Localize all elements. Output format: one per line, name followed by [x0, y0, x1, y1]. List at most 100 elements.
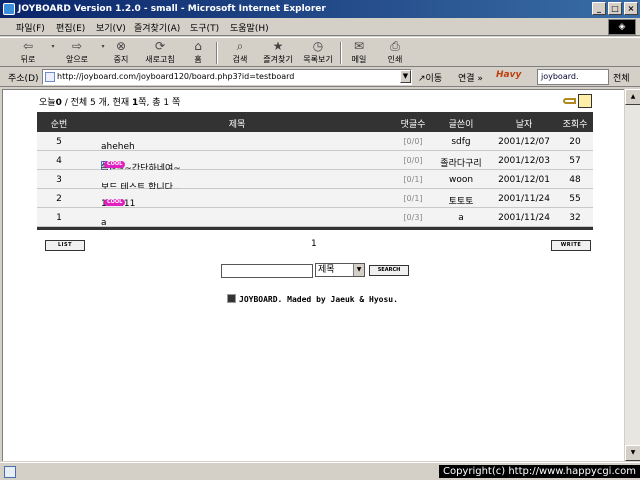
list-button[interactable]: LIST — [45, 240, 85, 251]
toolbar-separator — [340, 42, 342, 64]
scroll-up-button[interactable]: ▲ — [625, 89, 640, 105]
toolbar-separator — [216, 42, 218, 64]
menu-item[interactable]: 도움말(H) — [230, 21, 269, 34]
window-titlebar: JOYBOARD Version 1.2.0 - small - Microso… — [0, 0, 640, 18]
header-date: 날자 — [515, 120, 533, 130]
row-views: 20 — [569, 137, 581, 147]
row-writer[interactable]: 토토토 — [433, 194, 489, 207]
row-number: 2 — [56, 194, 62, 204]
forward-dropdown[interactable]: ▾ — [96, 39, 104, 67]
close-button[interactable]: × — [624, 2, 638, 15]
row-date: 2001/12/07 — [498, 137, 550, 147]
chevron-down-icon: ▼ — [353, 264, 364, 276]
row-writer[interactable]: woon — [433, 175, 489, 185]
row-views: 55 — [569, 194, 581, 204]
header-writer: 글쓴이 — [448, 120, 474, 130]
row-number: 4 — [56, 156, 62, 166]
mail-button[interactable]: ✉ 메일 — [344, 39, 374, 67]
toolbar: ⇦ 뒤로 ▾ ⇨ 앞으로 ▾ ⊗ 중지 ⟳ 새로고침 ⌂ 홈 ⌕ 검색 ★ 즐겨… — [0, 37, 640, 67]
favorites-icon: ★ — [272, 39, 284, 53]
page-icon — [45, 72, 55, 82]
menu-item[interactable]: 보기(V) — [96, 21, 126, 34]
cool-badge: COOL — [104, 199, 126, 206]
search-button[interactable]: ⌕ 검색 — [224, 39, 256, 67]
go-button[interactable]: ↗이동 — [418, 71, 442, 84]
search-input[interactable] — [221, 264, 313, 278]
favorites-button[interactable]: ★ 즐겨찾기 — [258, 39, 298, 67]
menu-item[interactable]: 편집(E) — [56, 21, 85, 34]
header-views: 조회수 — [562, 120, 588, 130]
stop-icon: ⊗ — [115, 39, 127, 53]
board-row: 1 a [0/3] a 2001/11/24 32 — [37, 208, 593, 228]
print-button[interactable]: ⎙ 인쇄 — [380, 39, 410, 67]
row-date: 2001/11/24 — [498, 213, 550, 223]
board-summary: 오늘0 / 전체 5 개, 현재 1쪽, 총 1 쪽 — [39, 98, 181, 108]
mail-icon: ✉ — [353, 39, 365, 53]
back-dropdown[interactable]: ▾ — [46, 39, 54, 67]
ie-throbber-icon: ◈ — [608, 19, 636, 35]
row-comment-count: [0/1] — [403, 194, 423, 203]
board-tools — [563, 94, 593, 108]
search-submit-button[interactable]: SEARCH — [369, 265, 409, 276]
address-input[interactable]: http://joyboard.com/joyboard120/board.ph… — [42, 69, 412, 85]
footer-credit: JOYBOARD. Maded by Jaeuk & Hyosu. — [227, 294, 398, 304]
row-writer[interactable]: sdfg — [433, 137, 489, 147]
home-icon: ⌂ — [194, 39, 202, 53]
row-comment-count: [0/0] — [403, 156, 423, 165]
address-dropdown-button[interactable]: ▼ — [400, 70, 411, 83]
window-title: JOYBOARD Version 1.2.0 - small - Microso… — [18, 4, 326, 14]
vertical-scrollbar[interactable]: ▲ ▼ — [624, 89, 640, 461]
search-field-select[interactable]: 제목 ▼ — [315, 263, 365, 277]
write-button[interactable]: WRITE — [551, 240, 591, 251]
home-button[interactable]: ⌂ 홈 — [184, 39, 212, 67]
refresh-button[interactable]: ⟳ 새로고침 — [140, 39, 180, 67]
menu-item[interactable]: 즐겨찾기(A) — [134, 21, 180, 34]
havy-search-input[interactable]: joyboard. — [537, 69, 609, 85]
menu-item[interactable]: 도구(T) — [190, 21, 219, 34]
ie-app-icon — [3, 3, 15, 15]
row-number: 3 — [56, 175, 62, 185]
back-arrow-icon: ⇦ — [22, 39, 34, 53]
row-views: 48 — [569, 175, 581, 185]
header-title: 제목 — [228, 120, 246, 130]
row-writer[interactable]: a — [433, 213, 489, 223]
forward-button[interactable]: ⇨ 앞으로 — [58, 39, 96, 67]
header-comments: 댓글수 — [400, 120, 426, 130]
address-bar: 주소(D) http://joyboard.com/joyboard120/bo… — [0, 67, 640, 87]
page-status-icon — [4, 466, 16, 478]
page-number-link[interactable]: 1 — [311, 239, 317, 249]
search-icon: ⌕ — [236, 39, 244, 53]
row-writer[interactable]: 졸라다구리 — [433, 156, 489, 169]
menu-bar: 파일(F) 편집(E) 보기(V) 즐겨찾기(A) 도구(T) 도움말(H) — [0, 18, 640, 36]
minimize-button[interactable]: _ — [592, 2, 606, 15]
history-icon: ◷ — [312, 39, 324, 53]
header-num: 순번 — [50, 120, 68, 130]
cool-badge: COOL — [104, 161, 126, 168]
address-url: http://joyboard.com/joyboard120/board.ph… — [57, 72, 295, 81]
scroll-down-button[interactable]: ▼ — [625, 445, 640, 461]
history-button[interactable]: ◷ 목록보기 — [298, 39, 338, 67]
print-icon: ⎙ — [390, 39, 400, 53]
refresh-icon: ⟳ — [154, 39, 166, 53]
forward-arrow-icon: ⇨ — [71, 39, 83, 53]
board-table: 순번 제목 댓글수 글쓴이 날자 조회수 5 aheheh [0/0] sdfg 200… — [37, 112, 593, 230]
address-label: 주소(D) — [8, 74, 39, 84]
board-row: 2111111COOL[0/1]토토토2001/11/2455 — [37, 189, 593, 209]
maximize-button[interactable]: □ — [608, 2, 622, 15]
row-views: 32 — [569, 213, 581, 223]
row-views: 57 — [569, 156, 581, 166]
menu-item[interactable]: 파일(F) — [16, 21, 45, 34]
write-note-icon[interactable] — [578, 94, 592, 108]
stop-button[interactable]: ⊗ 중지 — [106, 39, 136, 67]
links-button[interactable]: 연결 » — [458, 71, 483, 84]
row-title-link[interactable]: a — [101, 218, 107, 228]
board-row: 5 aheheh [0/0] sdfg 2001/12/07 20 — [37, 132, 593, 152]
row-date: 2001/11/24 — [498, 194, 550, 204]
havy-logo: Havy — [496, 70, 522, 80]
row-date: 2001/12/01 — [498, 175, 550, 185]
row-number: 5 — [56, 137, 62, 147]
havy-all-button[interactable]: 전체 — [613, 71, 630, 84]
admin-key-icon[interactable] — [563, 98, 576, 104]
back-button[interactable]: ⇦ 뒤로 — [10, 39, 46, 67]
copyright-notice: Copyright(c) http://www.happycgi.com — [438, 465, 640, 478]
